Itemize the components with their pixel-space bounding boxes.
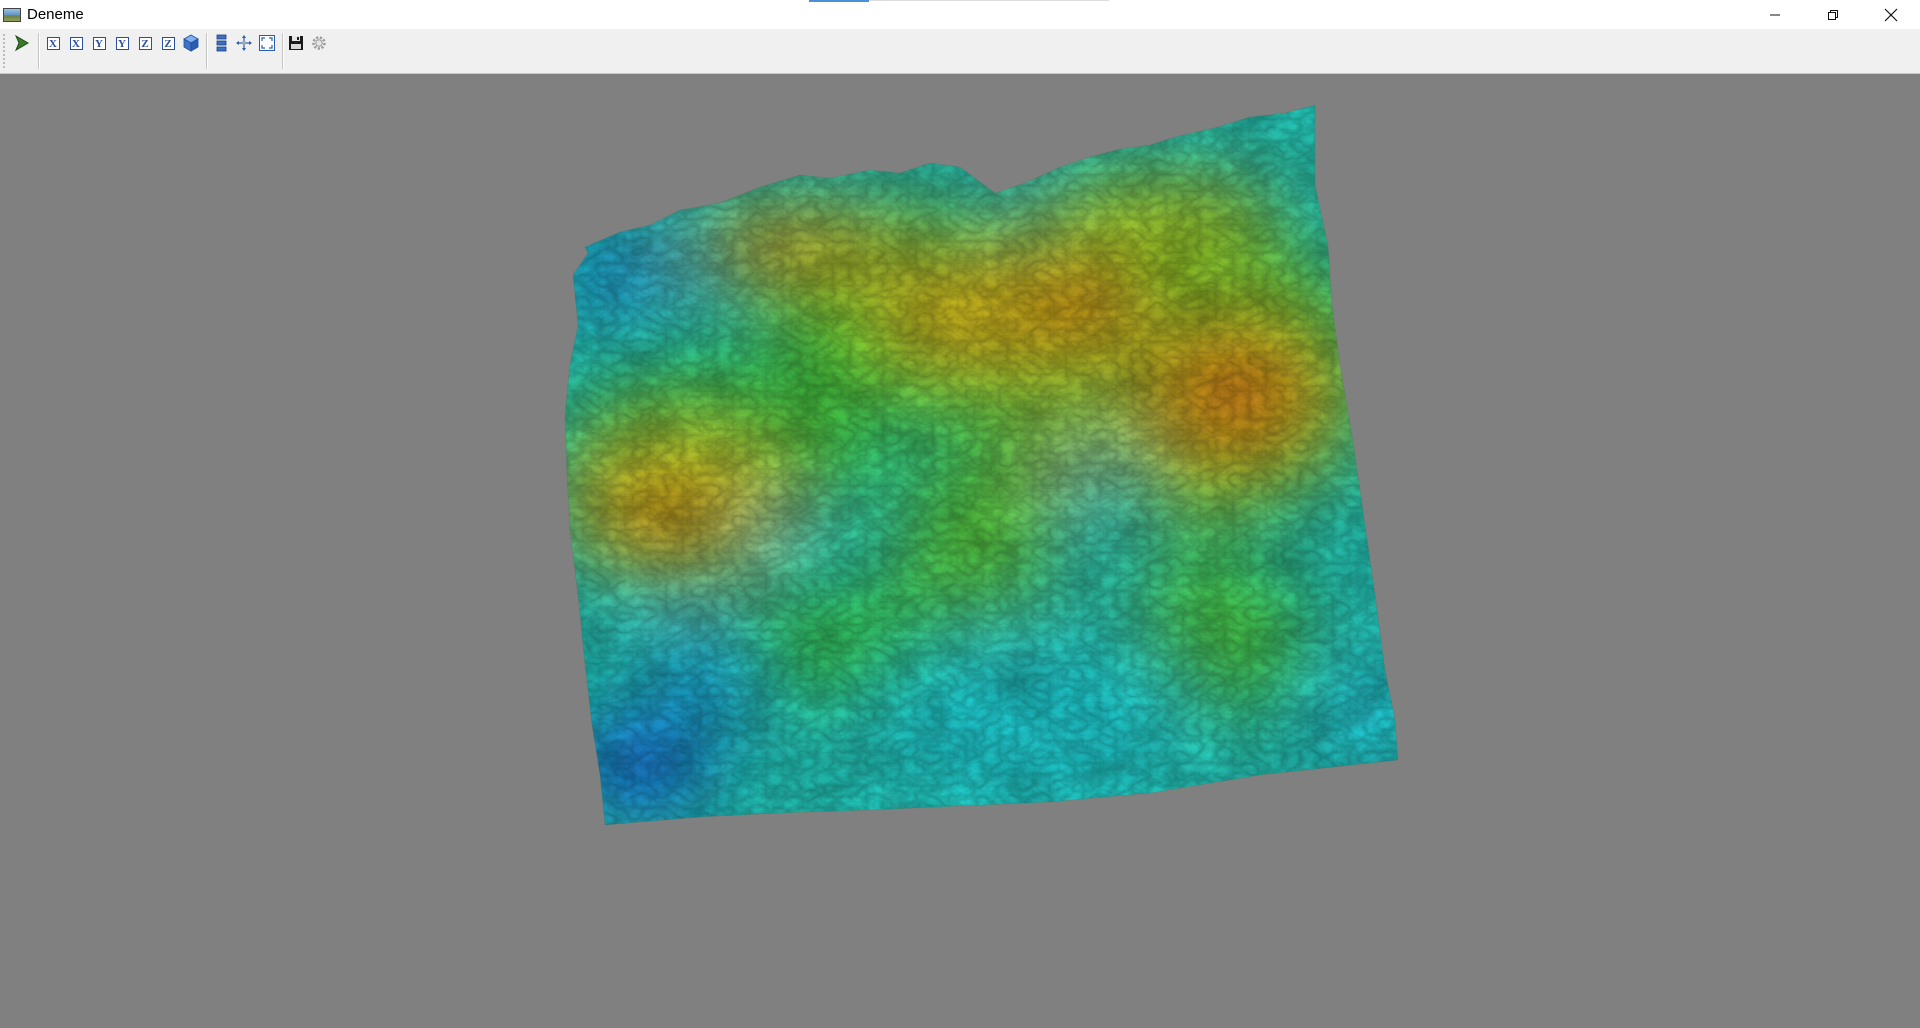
axis-z-icon: Z	[161, 36, 175, 50]
close-button[interactable]	[1862, 0, 1920, 29]
cube-icon	[183, 34, 199, 52]
fit-to-window-icon	[259, 35, 275, 51]
close-icon	[1884, 8, 1898, 21]
view-x-negative-button[interactable]: X	[66, 33, 86, 53]
arrow-pointer-icon	[14, 34, 29, 52]
axis-x-icon: X	[69, 36, 83, 50]
toolbar-separator	[206, 33, 208, 69]
app-image-icon	[3, 7, 21, 22]
window-controls	[1746, 0, 1920, 29]
axis-y-icon: Y	[115, 36, 129, 50]
minimize-icon	[1770, 14, 1780, 15]
axis-x-icon: X	[46, 36, 60, 50]
title-bar[interactable]: Deneme	[0, 0, 1920, 29]
view-z-negative-button[interactable]: Z	[158, 33, 178, 53]
app-window: Deneme X X Y Y Z Z	[0, 0, 1920, 1028]
restore-icon	[1828, 9, 1838, 20]
move-arrows-icon	[236, 35, 252, 51]
window-title: Deneme	[27, 6, 84, 23]
save-button[interactable]	[286, 33, 306, 53]
layers-button[interactable]	[211, 33, 231, 53]
title-bar-divider	[869, 0, 1109, 1]
gear-icon	[312, 36, 326, 50]
settings-button[interactable]	[309, 33, 329, 53]
move-button[interactable]	[234, 33, 254, 53]
restore-button[interactable]	[1804, 0, 1862, 29]
view-x-positive-button[interactable]: X	[43, 33, 63, 53]
toolbar-separator	[282, 33, 284, 69]
terrain-elevation-map	[565, 105, 1398, 825]
axis-y-icon: Y	[92, 36, 106, 50]
minimize-button[interactable]	[1746, 0, 1804, 29]
select-pointer-button[interactable]	[12, 33, 32, 53]
view-z-positive-button[interactable]: Z	[135, 33, 155, 53]
title-bar-accent	[809, 0, 869, 2]
view-y-positive-button[interactable]: Y	[89, 33, 109, 53]
floppy-disk-icon	[289, 36, 303, 50]
toolbar: X X Y Y Z Z	[0, 29, 1920, 74]
layers-icon	[216, 34, 227, 52]
view-y-negative-button[interactable]: Y	[112, 33, 132, 53]
fit-view-button[interactable]	[257, 33, 277, 53]
axis-z-icon: Z	[138, 36, 152, 50]
view-3d-button[interactable]	[181, 33, 201, 53]
toolbar-grip[interactable]	[3, 33, 5, 69]
3d-viewport[interactable]	[0, 75, 1920, 1028]
toolbar-separator	[38, 33, 40, 69]
terrain-surface[interactable]	[0, 75, 1920, 1028]
